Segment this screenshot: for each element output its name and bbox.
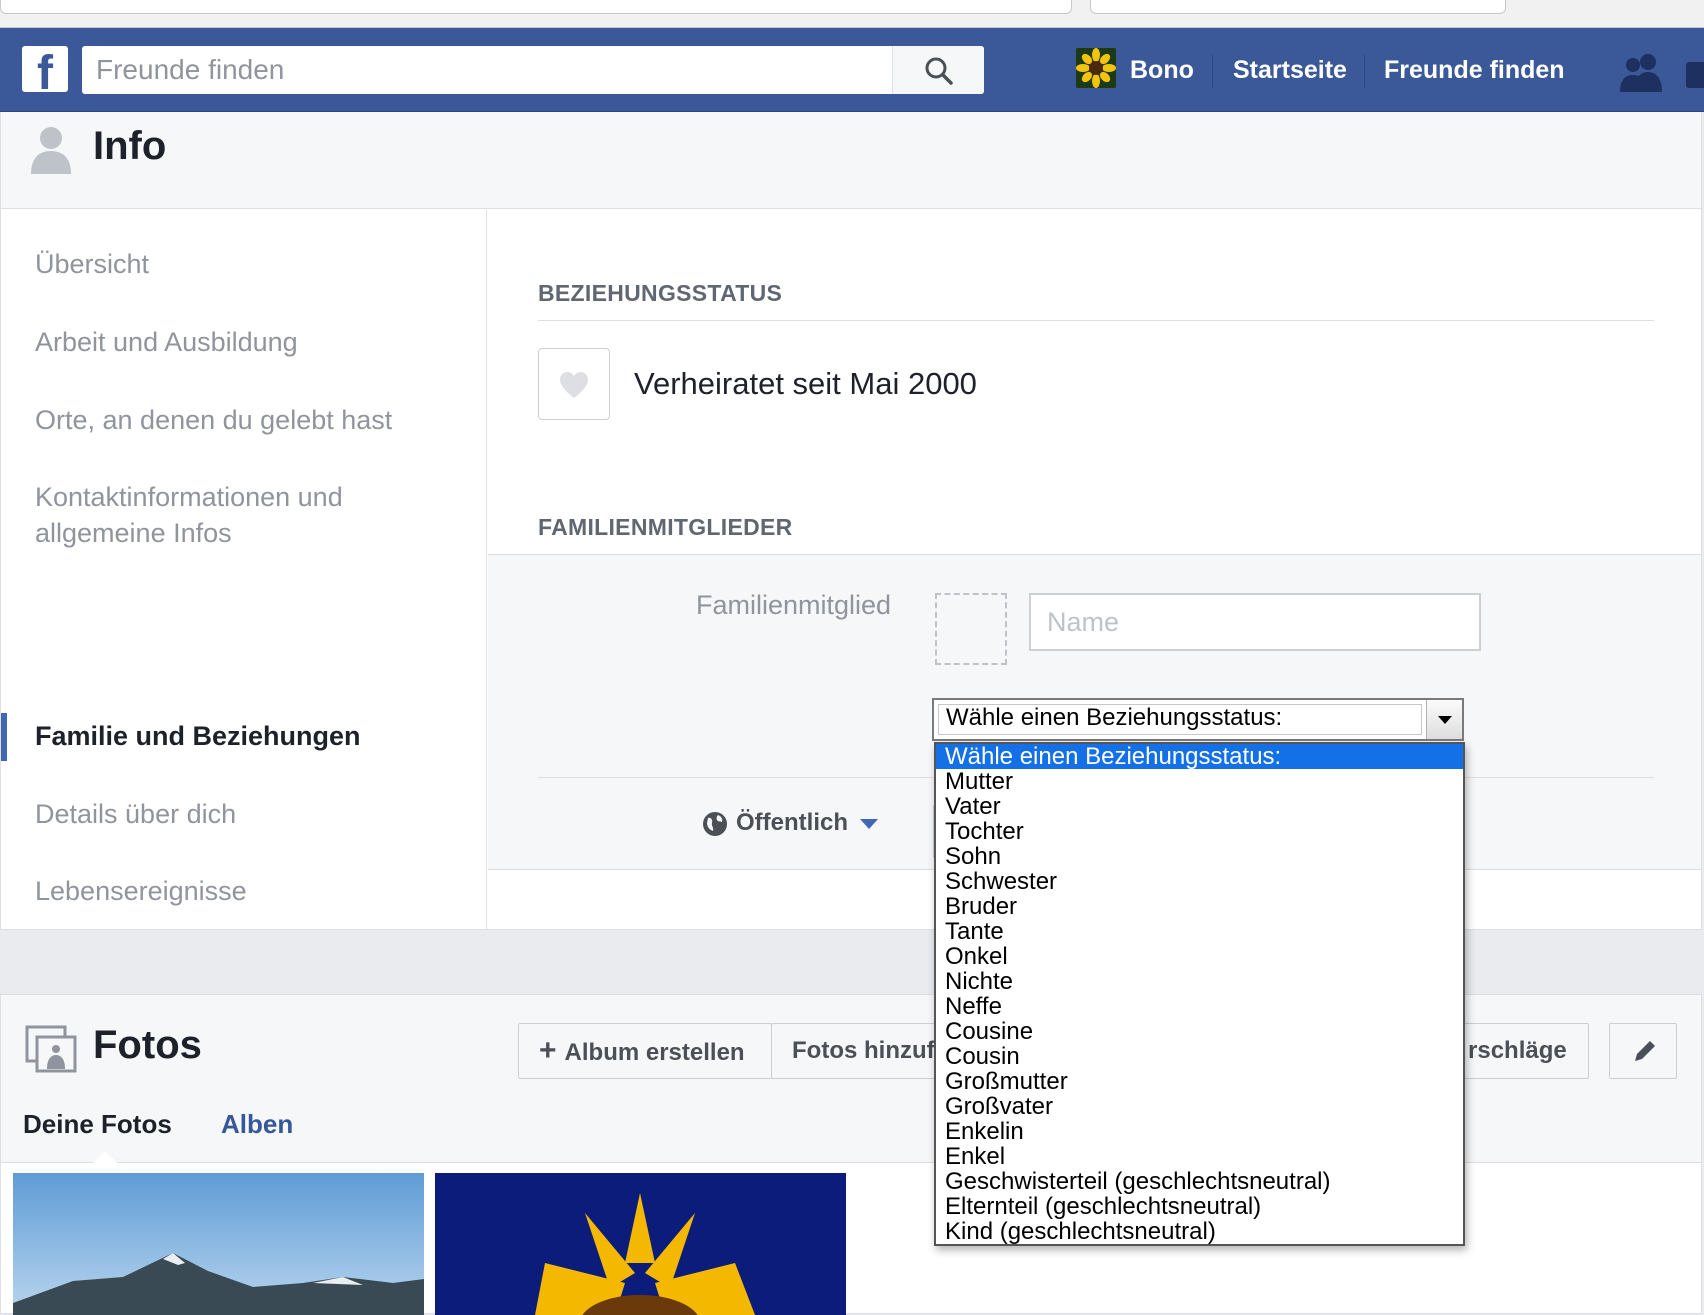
family-name-input[interactable] [1029,593,1481,651]
relationship-option[interactable]: Kind (geschlechtsneutral) [936,1219,1463,1244]
family-heading: FAMILIENMITGLIEDER [538,514,793,540]
privacy-selector[interactable]: Öffentlich [702,805,878,841]
search-icon [925,57,953,85]
relationship-option[interactable]: Tochter [936,819,1463,844]
photos-icon [25,1025,77,1073]
nav-separator [1364,54,1365,88]
chevron-down-icon [1438,716,1452,724]
divider [538,320,1654,321]
relationship-dropdown-list: Wähle einen Beziehungsstatus: Mutter Vat… [934,742,1465,1246]
photos-title: Fotos [93,1023,202,1067]
address-bar[interactable] [0,0,1072,14]
info-sidebar: Übersicht Arbeit und Ausbildung Orte, an… [1,210,487,930]
relationship-heading: BEZIEHUNGSSTATUS [538,280,783,306]
relationship-option[interactable]: Nichte [936,969,1463,994]
relationship-icon-box [538,348,610,420]
relationship-select[interactable]: Wähle einen Beziehungsstatus: [932,698,1464,741]
create-album-button[interactable]: + Album erstellen [518,1023,772,1079]
search-box [82,46,984,94]
nav-separator [1212,54,1213,88]
relationship-option[interactable]: Enkel [936,1144,1463,1169]
search-button[interactable] [892,46,984,94]
facebook-logo-icon[interactable]: f [22,46,68,98]
chevron-down-icon [860,818,878,829]
relationship-status-text[interactable]: Verheiratet seit Mai 2000 [634,366,977,402]
relationship-option[interactable]: Großvater [936,1094,1463,1119]
create-album-label: Album erstellen [564,1039,745,1066]
nav-work-education[interactable]: Arbeit und Ausbildung [35,324,465,360]
relationship-option[interactable]: Großmutter [936,1069,1463,1094]
heart-icon [560,372,588,398]
add-photos-button[interactable]: Fotos hinzuf [771,1023,937,1079]
relationship-option[interactable]: Cousin [936,1044,1463,1069]
family-member-photo-placeholder [935,593,1007,665]
avatar[interactable] [1076,48,1116,88]
relationship-option[interactable]: Elternteil (geschlechtsneutral) [936,1194,1463,1219]
top-bar: f Bono Startseite Freunde finden [0,28,1704,112]
nav-contact-basic-info[interactable]: Kontaktinformationen und allgemeine Info… [35,479,465,551]
relationship-option[interactable]: Sohn [936,844,1463,869]
info-header: Info [1,112,1701,209]
search-input[interactable] [82,46,890,94]
nav-family-relationships[interactable]: Familie und Beziehungen [35,718,465,754]
relationship-select-value: Wähle einen Beziehungsstatus: [946,704,1283,731]
nav-life-events[interactable]: Lebensereignisse [35,873,465,909]
active-nav-indicator [1,713,7,761]
info-title: Info [93,124,167,168]
relationship-option[interactable]: Onkel [936,944,1463,969]
photo-thumbnail[interactable] [435,1173,846,1315]
nav-overview[interactable]: Übersicht [35,246,465,282]
nav-places-lived[interactable]: Orte, an denen du gelebt hast [35,402,465,438]
browser-search-bar[interactable] [1090,0,1506,14]
tab-albums[interactable]: Alben [221,1109,293,1140]
relationship-option[interactable]: Geschwisterteil (geschlechtsneutral) [936,1169,1463,1194]
sunflower-photo [435,1173,846,1315]
relationship-option[interactable]: Mutter [936,769,1463,794]
relationship-option[interactable]: Tante [936,919,1463,944]
plus-icon: + [539,1034,557,1067]
find-friends-link[interactable]: Freunde finden [1384,46,1565,94]
relationship-option[interactable]: Schwester [936,869,1463,894]
globe-icon [703,811,727,836]
sunflower-avatar-icon [1076,48,1116,88]
profile-link[interactable]: Bono [1130,46,1194,94]
nav-details-about-you[interactable]: Details über dich [35,796,465,832]
relationship-option[interactable]: Neffe [936,994,1463,1019]
privacy-label: Öffentlich [736,809,848,836]
messages-icon[interactable] [1686,62,1704,88]
person-icon [31,127,71,174]
home-link[interactable]: Startseite [1233,46,1347,94]
relationship-option[interactable]: Enkelin [936,1119,1463,1144]
relationship-option[interactable]: Vater [936,794,1463,819]
pencil-icon [1635,1041,1655,1061]
edit-button[interactable] [1609,1023,1677,1079]
friend-requests-icon[interactable] [1618,52,1666,92]
relationship-option[interactable]: Wähle einen Beziehungsstatus: [936,744,1463,769]
relationship-option[interactable]: Bruder [936,894,1463,919]
select-arrow-button[interactable] [1426,700,1462,739]
active-tab-indicator [93,1151,117,1163]
browser-chrome [0,0,1704,28]
tab-your-photos[interactable]: Deine Fotos [23,1109,172,1140]
mountain-photo [13,1173,424,1315]
family-member-label: Familienmitglied [696,590,892,620]
relationship-option[interactable]: Cousine [936,1019,1463,1044]
photo-thumbnail[interactable] [13,1173,424,1315]
